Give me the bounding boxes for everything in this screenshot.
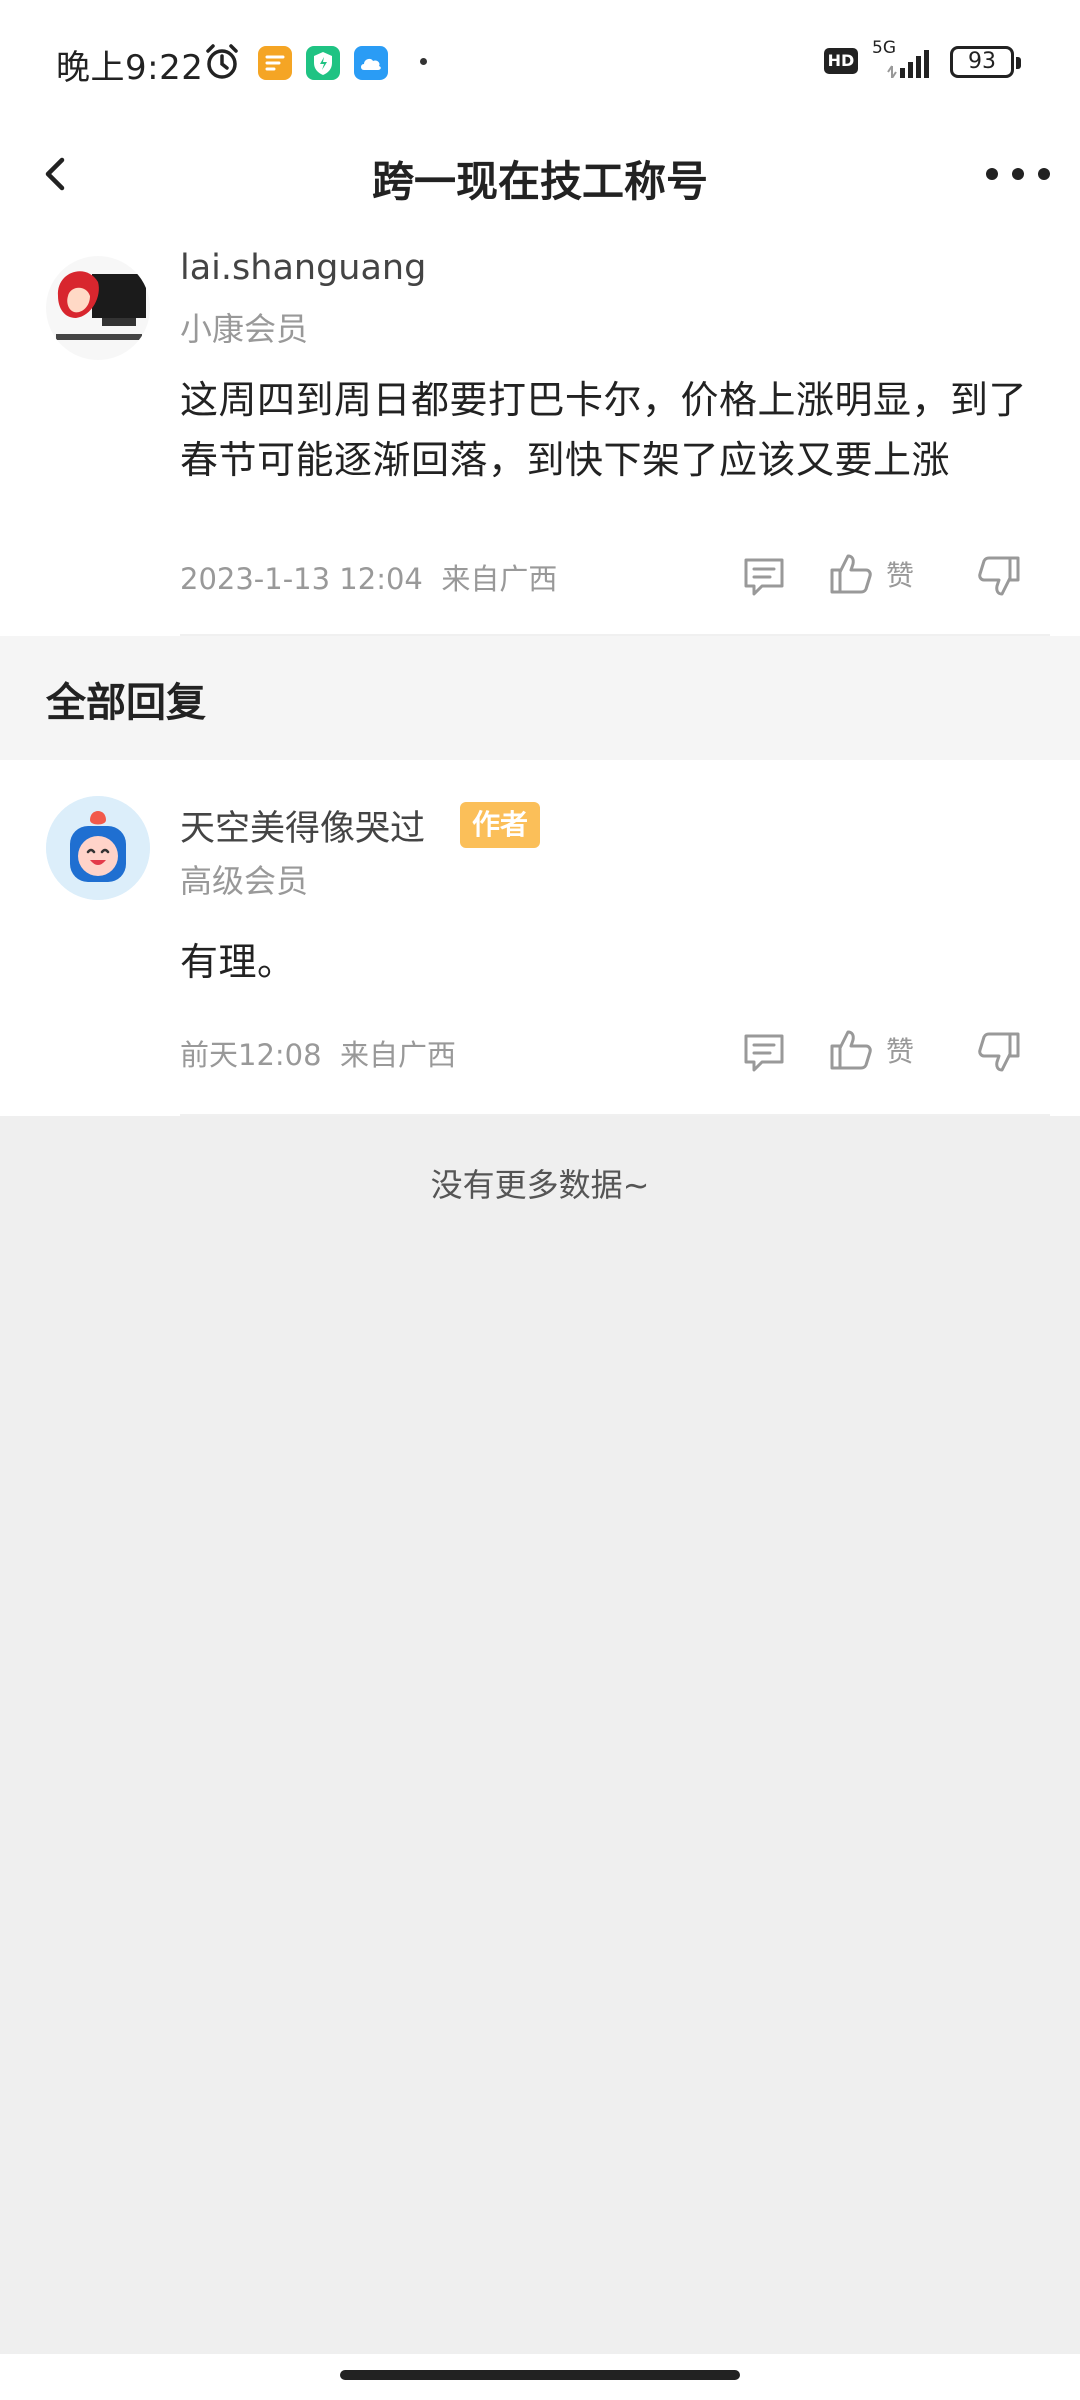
dislike-icon[interactable]	[976, 552, 1024, 600]
reply-avatar-image	[46, 796, 150, 900]
avatar-image	[46, 256, 150, 360]
status-bar: 晚上9:22 HD 5G 93	[0, 0, 1080, 126]
notes-app-icon	[258, 46, 292, 80]
post-meta: 2023-1-13 12:04 来自广西	[180, 556, 557, 598]
alarm-icon	[206, 44, 238, 79]
like-icon[interactable]	[826, 550, 874, 598]
security-app-icon	[306, 46, 340, 80]
reply-meta: 前天12:08 来自广西	[180, 1032, 456, 1074]
page-title: 跨一现在技工称号	[371, 157, 708, 206]
main-post: lai.shanguang 小康会员 这周四到周日都要打巴卡尔，价格上涨明显，到…	[0, 222, 1080, 636]
avatar[interactable]	[46, 256, 150, 360]
post-member-level: 小康会员	[180, 310, 309, 348]
nav-bar: 跨一现在技工称号	[0, 126, 1080, 222]
reply-like-icon[interactable]	[826, 1026, 874, 1074]
home-indicator[interactable]	[340, 2370, 740, 2380]
reply-dislike-icon[interactable]	[976, 1028, 1024, 1076]
reply-like-label[interactable]: 赞	[886, 1030, 914, 1070]
post-content: 这周四到周日都要打巴卡尔，价格上涨明显，到了春节可能逐渐回落，到快下架了应该又要…	[180, 378, 1028, 482]
reply-comment-icon[interactable]	[740, 1028, 788, 1076]
reply-avatar[interactable]	[46, 796, 150, 900]
reply-content: 有理。	[180, 940, 296, 984]
replies-section-header: 全部回复	[0, 636, 1080, 760]
status-time: 晚上9:22	[56, 48, 204, 88]
replies-section-title: 全部回复	[46, 680, 206, 726]
more-options-icon[interactable]	[982, 152, 1054, 196]
hd-icon: HD	[824, 48, 858, 74]
reply-item: 天空美得像哭过 作者 高级会员 有理。 前天12:08 来自广西 赞	[0, 760, 1080, 1116]
reply-member-level: 高级会员	[180, 862, 309, 900]
battery-icon: 93	[950, 46, 1021, 78]
reply-username[interactable]: 天空美得像哭过	[180, 800, 425, 851]
signal-icon	[887, 50, 929, 78]
no-more-data-text: 没有更多数据~	[430, 1166, 650, 1204]
post-timestamp: 2023-1-13 12:04	[180, 562, 423, 596]
post-username[interactable]: lai.shanguang	[180, 248, 426, 288]
comment-icon[interactable]	[740, 552, 788, 600]
reply-timestamp: 前天12:08	[180, 1038, 322, 1072]
more-notifications-dot	[420, 58, 427, 65]
post-location: 来自广西	[441, 562, 558, 596]
cloud-app-icon	[354, 46, 388, 80]
reply-location: 来自广西	[340, 1038, 457, 1072]
like-label[interactable]: 赞	[886, 554, 914, 594]
divider	[180, 1114, 1050, 1116]
author-badge: 作者	[460, 802, 541, 848]
